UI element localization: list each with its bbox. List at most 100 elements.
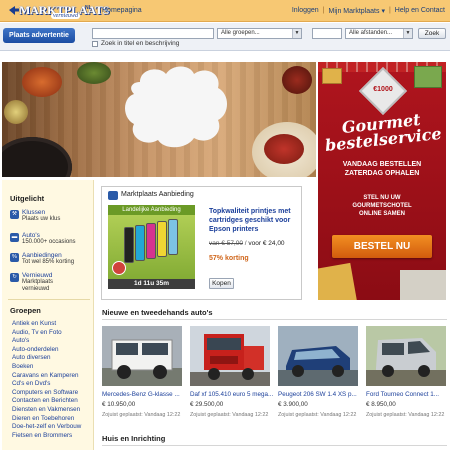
offer-header-label: Marktplaats Aanbieding bbox=[121, 191, 194, 198]
car-title[interactable]: Mercedes-Benz G-klasse ... bbox=[102, 391, 186, 398]
car-date: Zojuist geplaatst: Vandaag 12:22 bbox=[366, 412, 445, 418]
search-input[interactable] bbox=[92, 28, 214, 39]
car-image bbox=[102, 326, 182, 386]
title-description-checkbox[interactable] bbox=[92, 41, 98, 47]
cartridges-image bbox=[124, 219, 182, 271]
ad-line: VANDAAG BESTELLEN bbox=[342, 161, 422, 168]
groups-select[interactable]: Alle groepen... ▼ bbox=[217, 28, 302, 39]
group-link[interactable]: Caravans en Kamperen bbox=[12, 372, 81, 381]
hammer-icon: ⚒ bbox=[10, 210, 19, 219]
offer-price: van € 57,00 / voor € 24,00 bbox=[209, 240, 285, 247]
car-title[interactable]: Peugeot 206 SW 1.4 XS p... bbox=[278, 391, 362, 398]
ad-line: GOURMETSCHOTEL bbox=[352, 203, 412, 209]
food-bowl-image bbox=[4, 100, 28, 124]
dropdown-arrow-icon: ▼ bbox=[403, 29, 412, 38]
dropdown-arrow-icon: ▼ bbox=[292, 29, 301, 38]
sidebar-item-aanbiedingen[interactable]: % Aanbiedingen Tot wel 85% korting bbox=[10, 252, 74, 266]
offer-image-label: Landelijke Aanbieding bbox=[108, 205, 195, 215]
checkbox-label: Zoek in titel en beschrijving bbox=[101, 40, 180, 47]
sidebar-item-sub: Tot wel 85% korting bbox=[22, 259, 75, 265]
food-bowl-image bbox=[22, 67, 62, 97]
sidebar-divider bbox=[8, 299, 90, 300]
gift-box-image bbox=[414, 66, 442, 88]
sidebar-item-label: Vernieuwd bbox=[22, 272, 53, 279]
nav-separator: | bbox=[388, 7, 391, 14]
car-card[interactable]: Daf xf 105.410 euro 5 mega... € 29.500,0… bbox=[190, 326, 273, 418]
group-link[interactable]: Dieren en Toebehoren bbox=[12, 415, 81, 424]
group-link[interactable]: Auto-onderdelen bbox=[12, 346, 81, 355]
daf-truck-image bbox=[190, 326, 270, 386]
group-link[interactable]: Boeken bbox=[12, 363, 81, 372]
logo-subtitle: vernieuwd bbox=[51, 13, 80, 19]
gourmet-advertisement[interactable]: €1000 Gourmet bestelservice VANDAAG BEST… bbox=[318, 62, 446, 300]
sidebar-item-vernieuwd[interactable]: ↻ Vernieuwd Marktplaats vernieuwd bbox=[10, 272, 82, 293]
offer-header: Marktplaats Aanbieding bbox=[108, 191, 194, 200]
login-link[interactable]: Inloggen bbox=[292, 7, 319, 15]
car-card[interactable]: Mercedes-Benz G-klasse ... € 10.950,00 Z… bbox=[102, 326, 182, 418]
offer-image[interactable]: Landelijke Aanbieding 1d 11u 35m bbox=[108, 205, 195, 289]
logo-arrow-icon bbox=[9, 6, 19, 15]
marktplaats-logo[interactable]: MARKTPLAATS vernieuwd NL bbox=[5, 3, 109, 19]
group-link[interactable]: Contacten en Berichten bbox=[12, 397, 81, 406]
car-title[interactable]: Daf xf 105.410 euro 5 mega... bbox=[190, 391, 274, 398]
offer-title-link[interactable]: Topkwaliteit printjes met cartridges ges… bbox=[209, 207, 299, 234]
food-bowl-image bbox=[77, 62, 111, 84]
gift-box-image bbox=[322, 68, 342, 84]
car-date: Zojuist geplaatst: Vandaag 12:22 bbox=[190, 412, 269, 418]
group-link[interactable]: Audio, Tv en Foto bbox=[12, 329, 81, 338]
sidebar-item-klussen[interactable]: ⚒ Klussen Plaats uw klus bbox=[10, 209, 60, 223]
car-title[interactable]: Ford Tourneo Connect 1... bbox=[366, 391, 450, 398]
group-link[interactable]: Computers en Software bbox=[12, 389, 81, 398]
group-link[interactable]: Auto's bbox=[12, 337, 81, 346]
cloud-shape bbox=[125, 66, 227, 148]
car-card[interactable]: Peugeot 206 SW 1.4 XS p... € 3.900,00 Zo… bbox=[278, 326, 358, 418]
ink-cartridge bbox=[157, 221, 167, 257]
top-bar: MARKTPLAATS vernieuwd NL Homepagina Inlo… bbox=[0, 0, 450, 22]
ad-line: ONLINE SAMEN bbox=[358, 211, 405, 217]
postcode-input[interactable] bbox=[312, 28, 342, 39]
group-link[interactable]: Fietsen en Brommers bbox=[12, 432, 81, 441]
ad-description: STEL NU UW GOURMETSCHOTEL ONLINE SAMEN bbox=[318, 194, 446, 218]
ford-tourneo-image bbox=[366, 326, 446, 386]
sidebar-item-label: Klussen bbox=[22, 209, 46, 216]
old-price: van € 57,00 bbox=[209, 240, 243, 247]
help-link[interactable]: Help en Contact bbox=[395, 7, 445, 15]
tag-icon bbox=[108, 191, 118, 200]
hero-banner[interactable] bbox=[2, 62, 316, 177]
ad-line: STEL NU UW bbox=[363, 195, 401, 201]
ad-title: Gourmet bestelservice bbox=[324, 109, 443, 155]
group-link[interactable]: Auto diversen bbox=[12, 354, 81, 363]
gift-box-image bbox=[400, 270, 446, 300]
new-price: voor € 24,00 bbox=[248, 240, 285, 247]
gift-box-image bbox=[318, 262, 358, 300]
groups-select-value: Alle groepen... bbox=[221, 30, 260, 36]
featured-offer-box: Marktplaats Aanbieding Landelijke Aanbie… bbox=[101, 186, 302, 300]
group-link[interactable]: Diensten en Vakmensen bbox=[12, 406, 81, 415]
peugeot-image bbox=[278, 326, 358, 386]
sidebar-item-autos[interactable]: ▬ Auto's 150.000+ occasions bbox=[10, 232, 76, 246]
car-card[interactable]: Ford Tourneo Connect 1... € 8.950,00 Zoj… bbox=[366, 326, 446, 418]
group-link[interactable]: Doe-het-zelf en Verbouw bbox=[12, 423, 81, 432]
ink-cartridge bbox=[146, 223, 156, 259]
group-link[interactable]: Cd's en Dvd's bbox=[12, 380, 81, 389]
left-sidebar: Uitgelicht ⚒ Klussen Plaats uw klus ▬ Au… bbox=[2, 180, 94, 450]
ink-cartridge bbox=[135, 225, 145, 261]
group-link[interactable]: Antiek en Kunst bbox=[12, 320, 81, 329]
search-button[interactable]: Zoek bbox=[418, 28, 446, 39]
my-marktplaats-link[interactable]: Mijn Marktplaats ▾ bbox=[329, 7, 385, 15]
chevron-down-icon: ▾ bbox=[381, 8, 385, 15]
account-nav: Inloggen | Mijn Marktplaats ▾ | Help en … bbox=[292, 7, 445, 15]
sidebar-item-sub: 150.000+ occasions bbox=[22, 239, 76, 245]
car-image bbox=[278, 326, 358, 386]
car-date: Zojuist geplaatst: Vandaag 12:22 bbox=[278, 412, 357, 418]
ad-subtitle: VANDAAG BESTELLEN ZATERDAG OPHALEN bbox=[318, 160, 446, 178]
distance-select[interactable]: Alle afstanden... ▼ bbox=[345, 28, 413, 39]
search-bar: Plaats advertentie Alle groepen... ▼ All… bbox=[0, 23, 450, 51]
order-now-button[interactable]: BESTEL NU bbox=[332, 235, 432, 258]
ink-cartridge bbox=[168, 219, 178, 255]
discount-icon: % bbox=[10, 253, 19, 262]
home-link[interactable]: Homepagina bbox=[102, 7, 142, 14]
sidebar-item-label: Auto's bbox=[22, 232, 40, 239]
place-ad-button[interactable]: Plaats advertentie bbox=[3, 28, 75, 43]
buy-button[interactable]: Kopen bbox=[209, 278, 234, 289]
